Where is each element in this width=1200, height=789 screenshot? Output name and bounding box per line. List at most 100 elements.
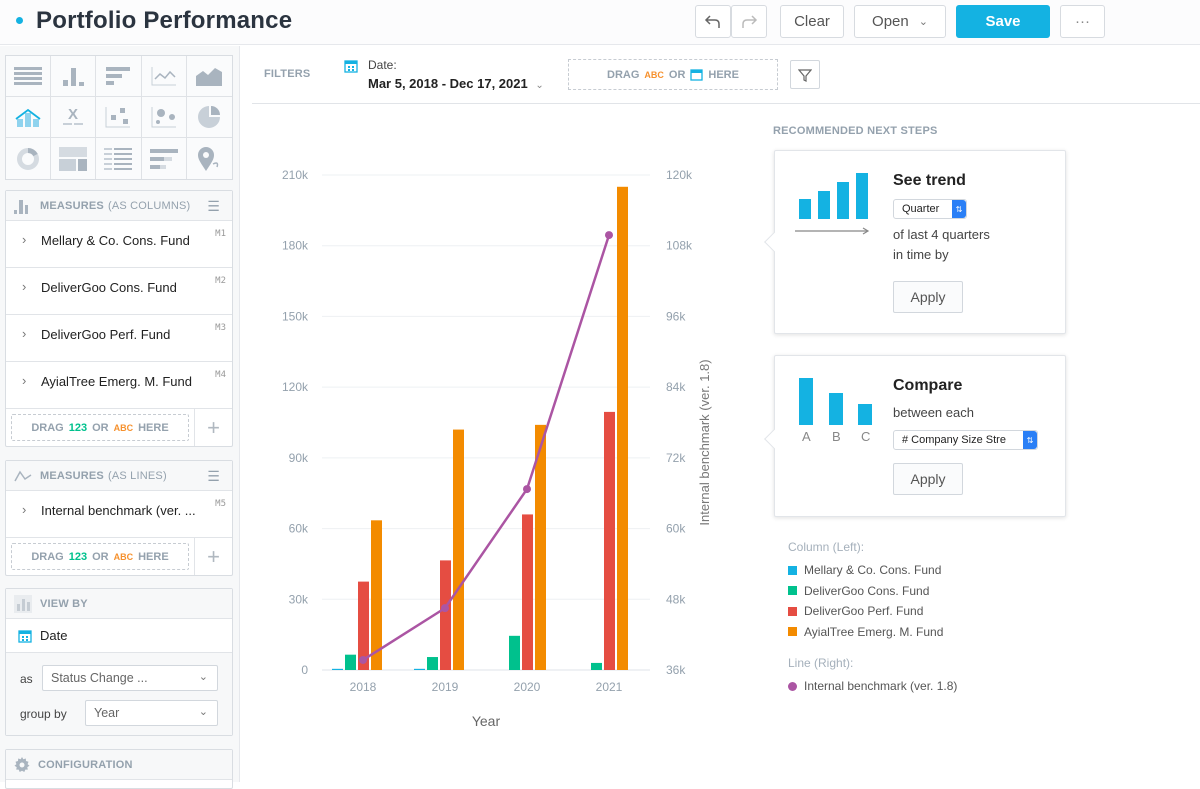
y-tick-label: 0 [301,663,308,677]
column-chart-icon [63,68,85,86]
stepper-icon: ⇅ [1023,431,1037,449]
legend-item[interactable]: AyialTree Emerg. M. Fund [788,622,957,643]
configuration-panel[interactable]: CONFIGURATION [5,749,233,789]
see-trend-card: See trend Quarter ⇅ of last 4 quarters i… [764,150,1066,334]
compare-description: between each [893,405,974,420]
group-by-select[interactable]: Year ⌄ [85,700,218,726]
measure-item[interactable]: › Mellary & Co. Cons. Fund M1 [6,221,232,268]
date-filter-label: Date: [368,58,397,72]
donut-chart-icon [17,147,40,170]
viz-donut[interactable] [6,138,52,179]
viz-combo[interactable] [6,97,52,138]
viz-heatmap[interactable] [96,138,142,179]
legend-item[interactable]: Internal benchmark (ver. 1.8) [788,676,957,697]
line-chart-icon [14,470,32,481]
add-measure-button[interactable]: + [194,538,232,575]
measure-label: DeliverGoo Cons. Fund [41,280,177,295]
view-by-options: as Status Change ... ⌄ group by Year ⌄ [6,653,232,735]
save-button[interactable]: Save [956,5,1050,38]
add-measure-button[interactable]: + [194,409,232,446]
measure-dropzone[interactable]: DRAG 123 OR ABC HERE [11,543,189,570]
apply-trend-button[interactable]: Apply [893,281,963,313]
filter-options-button[interactable] [790,60,820,89]
legend-swatch [788,586,797,596]
measure-item[interactable]: › DeliverGoo Perf. Fund M3 [6,315,232,362]
legend-column-title: Column (Left): [788,540,865,554]
trend-illustration-icon [795,173,870,235]
page-title[interactable]: Portfolio Performance [36,7,292,35]
view-by-attribute[interactable]: Date [6,619,232,653]
viz-table[interactable] [6,56,52,97]
legend-item[interactable]: DeliverGoo Cons. Fund [788,581,957,602]
y-tick-label: 180k [282,239,309,253]
as-label: as [20,672,33,686]
trend-granularity-select[interactable]: Quarter ⇅ [893,199,967,219]
redo-button[interactable] [731,5,767,38]
group-by-label: group by [20,707,67,721]
measures-columns-title: MEASURES [40,199,104,212]
viz-line[interactable] [141,56,187,97]
hamburger-menu-icon[interactable]: ☰ [207,468,220,485]
legend-swatch [788,627,797,637]
viz-bar[interactable] [96,56,142,97]
measures-lines-header: MEASURES (AS LINES) ☰ [6,461,232,491]
drop-text: OR [668,68,686,81]
viz-scatter[interactable] [96,97,142,138]
configuration-title: CONFIGURATION [38,758,133,771]
viz-treemap[interactable] [51,138,97,179]
benchmark-point [523,485,531,494]
area-chart-icon [196,68,223,86]
viz-area[interactable] [186,56,232,97]
chevron-down-icon: ⌄ [198,706,208,718]
attribute-badge: ABC [644,69,664,80]
x-tick-label: 2020 [514,680,541,694]
viz-geo[interactable] [187,138,232,179]
y-tick-label: 150k [282,309,309,323]
apply-compare-button[interactable]: Apply [893,463,963,495]
configuration-header[interactable]: CONFIGURATION [6,750,232,780]
bar-ayialtree-emerg-m-fund [617,186,628,670]
drop-text: OR [92,550,109,563]
measure-label: Mellary & Co. Cons. Fund [41,233,190,248]
hamburger-menu-icon[interactable]: ☰ [207,198,220,215]
chevron-down-icon: ⌄ [535,80,544,91]
bullet-chart-icon [149,148,178,169]
y2-axis-title: Internal benchmark (ver. 1.8) [697,359,712,525]
legend-item[interactable]: Mellary & Co. Cons. Fund [788,560,957,581]
bar-chart-icon [106,67,131,85]
see-trend-description: of last 4 quarters in time by [893,225,990,265]
heatmap-icon [104,147,133,170]
attribute-badge: ABC [113,551,134,562]
clear-button[interactable]: Clear [780,5,844,38]
benchmark-line [362,234,611,662]
chevron-right-icon: › [22,232,27,247]
viz-bubble[interactable] [141,97,187,138]
svg-text:X: X [68,107,78,123]
more-options-button[interactable]: ··· [1060,5,1105,38]
line-chart-icon [151,67,176,86]
pie-chart-icon [198,106,221,128]
y2-tick-label: 48k [666,592,686,606]
undo-icon [704,14,720,28]
undo-button[interactable] [695,5,731,38]
compare-attribute-select[interactable]: # Company Size Stre ⇅ [893,430,1038,450]
drop-text: HERE [708,68,739,81]
measure-item[interactable]: › DeliverGoo Cons. Fund M2 [6,268,232,315]
group-by-value: Year [94,706,120,720]
viz-pie[interactable] [186,97,232,138]
legend-item[interactable]: DeliverGoo Perf. Fund [788,601,957,622]
date-dimension-select[interactable]: Status Change ... ⌄ [42,665,218,691]
headline-icon: X [63,107,84,125]
measure-item[interactable]: › Internal benchmark (ver. ... M5 [6,491,232,538]
filter-dropzone[interactable]: DRAG ABC OR HERE [568,59,778,90]
bar-delivergoo-cons-fund [509,635,520,670]
measure-item[interactable]: › AyialTree Emerg. M. Fund M4 [6,362,232,409]
legend-label: Internal benchmark (ver. 1.8) [804,679,958,694]
measure-dropzone[interactable]: DRAG 123 OR ABC HERE [11,414,189,441]
viz-bullet[interactable] [142,138,187,179]
view-by-header: VIEW BY [6,589,232,619]
viz-headline[interactable]: X [51,97,97,138]
measures-columns-subtitle: (AS COLUMNS) [107,199,191,212]
viz-column[interactable] [51,56,97,97]
open-button[interactable]: Open ⌄ [854,5,946,38]
